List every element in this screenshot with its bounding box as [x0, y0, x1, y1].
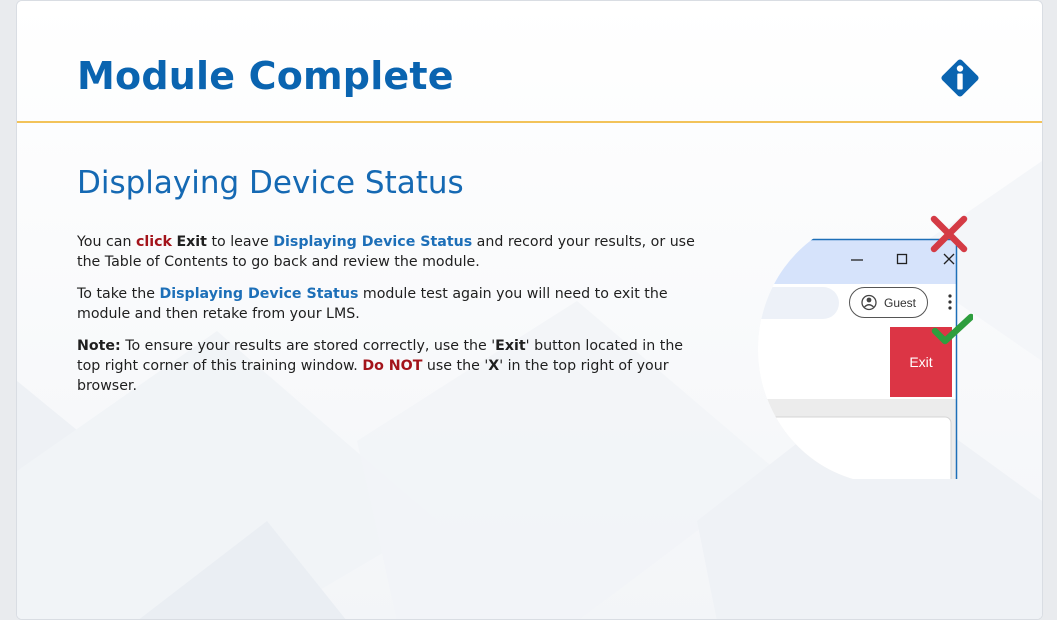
page-title: Module Complete — [77, 54, 454, 98]
section-title: Displaying Device Status — [77, 165, 464, 201]
highlight-x: X — [488, 358, 500, 374]
browser-illustration: Guest Exit — [758, 215, 973, 479]
highlight-module-name: Displaying Device Status — [273, 234, 473, 250]
guest-label: Guest — [884, 296, 917, 310]
highlight-exit: Exit — [176, 234, 207, 250]
text-segment: To ensure your results are stored correc… — [120, 338, 496, 354]
paragraph-note: Note: To ensure your results are stored … — [77, 336, 697, 396]
info-icon[interactable] — [938, 56, 982, 100]
text-segment: use the ' — [422, 358, 489, 374]
highlight-module-name: Displaying Device Status — [159, 286, 359, 302]
content-card: Module Complete Displaying Device Status… — [16, 0, 1043, 620]
address-bar — [758, 287, 839, 319]
highlight-do-not: Do NOT — [362, 358, 423, 374]
guest-profile-chip: Guest — [849, 287, 928, 318]
highlight-click: click — [135, 234, 172, 250]
text-segment: to leave — [206, 234, 274, 250]
header-bar: Module Complete — [17, 1, 1042, 123]
text-segment: To take the — [77, 286, 160, 302]
paragraph-retake-instructions: To take the Displaying Device Status mod… — [77, 284, 697, 324]
highlight-exit: Exit — [495, 338, 526, 354]
note-label: Note: — [77, 338, 121, 354]
more-vert-icon — [948, 294, 952, 310]
paragraph-exit-instructions: You can click Exit to leave Displaying D… — [77, 232, 697, 272]
exit-label: Exit — [909, 354, 932, 370]
instructions-text: You can click Exit to leave Displaying D… — [77, 232, 697, 408]
browser-title-bar — [758, 239, 957, 284]
text-segment: You can — [77, 234, 136, 250]
